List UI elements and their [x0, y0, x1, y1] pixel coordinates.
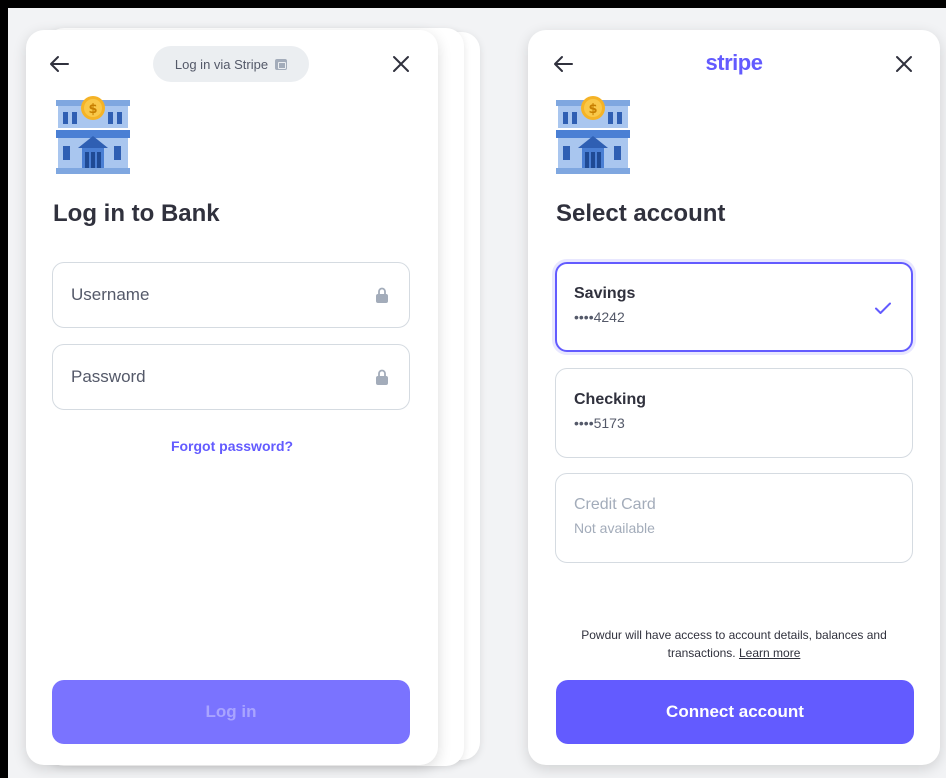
username-field[interactable]	[52, 262, 410, 328]
lock-icon	[373, 368, 391, 386]
password-input[interactable]	[71, 367, 373, 387]
learn-more-link[interactable]: Learn more	[739, 646, 800, 660]
bank-login-panel: Log in via Stripe $ Log in to Bank Usern…	[26, 30, 438, 765]
arrow-left-icon[interactable]	[552, 52, 576, 76]
password-field[interactable]	[52, 344, 410, 410]
svg-text:$: $	[88, 102, 97, 117]
page-title: Select account	[556, 200, 726, 227]
account-option-checking[interactable]: Checking ••••5173	[555, 368, 913, 458]
external-link-icon	[275, 58, 288, 70]
account-option-credit-card: Credit Card Not available	[555, 473, 913, 563]
page-title: Log in to Bank	[53, 200, 220, 227]
connect-account-button[interactable]: Connect account	[556, 680, 914, 744]
access-disclaimer: Powdur will have access to account detai…	[558, 626, 910, 662]
account-name: Checking	[574, 391, 647, 408]
account-number: ••••5173	[574, 415, 625, 431]
account-status: Not available	[574, 520, 655, 536]
bank-building-icon: $	[52, 96, 132, 174]
arrow-left-icon[interactable]	[48, 52, 72, 76]
account-name: Credit Card	[574, 496, 656, 513]
log-in-via-stripe-badge[interactable]: Log in via Stripe	[153, 46, 309, 82]
badge-label: Log in via Stripe	[174, 56, 269, 72]
disclaimer-text: Powdur will have access to account detai…	[581, 628, 887, 660]
close-icon[interactable]	[389, 52, 413, 76]
svg-text:$: $	[588, 102, 597, 117]
log-in-button[interactable]: Log in	[52, 680, 410, 744]
bank-building-icon: $	[552, 96, 632, 174]
close-icon[interactable]	[892, 52, 916, 76]
lock-icon	[373, 286, 391, 304]
select-account-panel: stripe $ Select account Savings ••••4242…	[528, 30, 940, 765]
forgot-password-link[interactable]: Forgot password?	[26, 438, 438, 454]
username-input[interactable]	[71, 285, 373, 305]
account-number: ••••4242	[574, 309, 625, 325]
account-option-savings[interactable]: Savings ••••4242	[555, 262, 913, 352]
screenshot-stage: Log in via Stripe $ Log in to Bank Usern…	[8, 8, 946, 778]
checkmark-icon	[873, 298, 893, 318]
account-name: Savings	[574, 285, 636, 302]
stripe-logo: stripe	[705, 50, 763, 75]
